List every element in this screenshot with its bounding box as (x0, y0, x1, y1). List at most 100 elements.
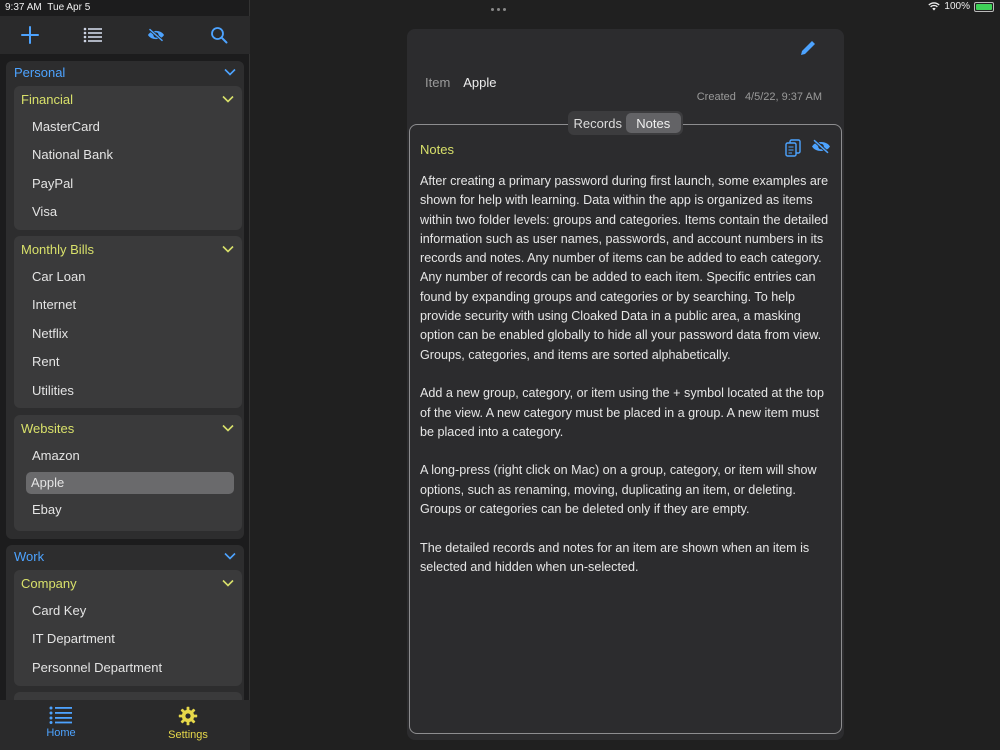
item-label: PayPal (32, 175, 74, 191)
created-value: 4/5/22, 9:37 AM (744, 91, 822, 103)
group-personal[interactable]: Personal Financial MasterCard National B… (6, 61, 244, 539)
mask-toggle-button[interactable] (143, 22, 169, 48)
detail-card: Item Apple Created 4/5/22, 9:37 AM Recor… (407, 29, 844, 740)
list-item[interactable]: Internet (14, 291, 242, 320)
item-label: Ebay (32, 502, 62, 518)
copy-icon[interactable] (785, 139, 801, 157)
item-value: Apple (463, 75, 497, 90)
list-item[interactable]: Amazon (14, 441, 242, 470)
list-item-selected[interactable]: Apple (26, 471, 234, 494)
category-name: Websites (21, 420, 75, 436)
category-header[interactable]: Websites (14, 415, 242, 441)
item-label: National Bank (32, 147, 113, 163)
search-button[interactable] (206, 22, 232, 48)
item-label: Visa (32, 204, 58, 220)
category-financial[interactable]: Financial MasterCard National Bank PayPa… (14, 86, 242, 230)
sidebar-toolbar (0, 16, 250, 54)
group-name: Work (14, 548, 45, 564)
item-label: Card Key (32, 602, 87, 618)
item-label: Utilities (32, 382, 74, 398)
notes-paragraph: After creating a primary password during… (420, 174, 829, 362)
notes-panel: Notes After creating a primary password … (409, 124, 842, 734)
view-segmented-control[interactable]: Records Notes (568, 111, 683, 135)
created-label: Created (696, 91, 736, 103)
tab-settings[interactable]: Settings (148, 706, 228, 741)
list-item[interactable]: Netflix (14, 319, 242, 348)
tab-label: Settings (168, 729, 208, 741)
category-monthly-bills[interactable]: Monthly Bills Car Loan Internet Netflix … (14, 236, 242, 408)
list-button[interactable] (80, 22, 106, 48)
list-item[interactable]: IT Department (14, 625, 242, 654)
list-icon (83, 27, 102, 43)
notes-title: Notes (420, 142, 454, 157)
chevron-down-icon[interactable] (222, 95, 234, 103)
pencil-icon (801, 41, 815, 55)
tab-home[interactable]: Home (21, 706, 101, 739)
category-name: Company (21, 575, 77, 591)
edit-button[interactable] (799, 39, 823, 63)
notes-text[interactable]: After creating a primary password during… (420, 172, 832, 597)
item-label: Rent (32, 354, 60, 370)
folder-tree[interactable]: Personal Financial MasterCard National B… (0, 56, 250, 700)
notes-paragraph: A long-press (right click on Mac) on a g… (420, 463, 817, 517)
list-item[interactable]: Rent (14, 348, 242, 377)
tab-bar: Home Settings (0, 700, 250, 750)
item-label: Apple (31, 475, 65, 490)
notes-actions (785, 139, 831, 157)
category-websites[interactable]: Websites Amazon Apple Ebay (14, 415, 242, 531)
item-label: Amazon (32, 447, 80, 463)
item-label: Netflix (32, 325, 69, 341)
list-item[interactable]: Utilities (14, 376, 242, 405)
list-item[interactable]: Card Key (14, 596, 242, 625)
battery-percent: 100% (944, 1, 970, 12)
item-label: Item (425, 75, 451, 90)
eye-slash-icon[interactable] (811, 139, 831, 154)
sidebar: Personal Financial MasterCard National B… (0, 0, 250, 750)
list-item[interactable]: Visa (14, 198, 242, 227)
add-button[interactable] (17, 22, 43, 48)
list-item[interactable]: PayPal (14, 169, 242, 198)
chevron-down-icon[interactable] (224, 68, 236, 76)
chevron-down-icon[interactable] (222, 245, 234, 253)
segment-records[interactable]: Records (570, 113, 626, 133)
group-work[interactable]: Work Company Card Key IT Department Pers… (6, 545, 244, 700)
category-name: Monthly Bills (21, 241, 94, 257)
list-item[interactable]: MasterCard (14, 112, 242, 141)
list-item[interactable]: Ebay (14, 496, 242, 525)
battery-icon (974, 1, 994, 12)
category-name: Financial (21, 91, 74, 107)
wifi-icon (928, 2, 941, 11)
list-item[interactable]: Car Loan (14, 262, 242, 291)
status-right: 100% (928, 1, 994, 12)
notes-paragraph: Add a new group, category, or item using… (420, 386, 825, 439)
category-company[interactable]: Company Card Key IT Department Personnel… (14, 570, 242, 686)
chevron-down-icon[interactable] (222, 579, 234, 587)
item-label: MasterCard (32, 118, 100, 134)
eye-slash-icon (148, 28, 164, 42)
status-time: 9:37 AM Tue Apr 5 (5, 2, 91, 13)
list-icon (49, 706, 72, 724)
item-name-row: Item Apple (425, 75, 496, 90)
chevron-down-icon[interactable] (224, 552, 236, 560)
segment-notes[interactable]: Notes (625, 113, 681, 133)
plus-icon (21, 26, 39, 44)
list-item[interactable]: Personnel Department (14, 653, 242, 682)
group-name: Personal (14, 64, 66, 80)
search-icon (211, 27, 228, 44)
category-header[interactable]: Financial (14, 86, 242, 112)
item-label: IT Department (32, 631, 115, 647)
category-header[interactable]: Monthly Bills (14, 236, 242, 262)
gear-icon (178, 706, 198, 726)
group-header[interactable]: Work (6, 545, 244, 567)
category-partial (14, 692, 242, 700)
item-label: Internet (32, 297, 77, 313)
tab-label: Home (46, 727, 76, 739)
list-item[interactable]: National Bank (14, 141, 242, 170)
item-label: Personnel Department (32, 659, 163, 675)
notes-paragraph: The detailed records and notes for an it… (420, 540, 810, 574)
chevron-down-icon[interactable] (222, 424, 234, 432)
item-label: Car Loan (32, 268, 86, 284)
status-bar: 9:37 AM Tue Apr 5 100% (0, 0, 1000, 16)
category-header[interactable]: Company (14, 570, 242, 596)
group-header[interactable]: Personal (6, 61, 244, 83)
